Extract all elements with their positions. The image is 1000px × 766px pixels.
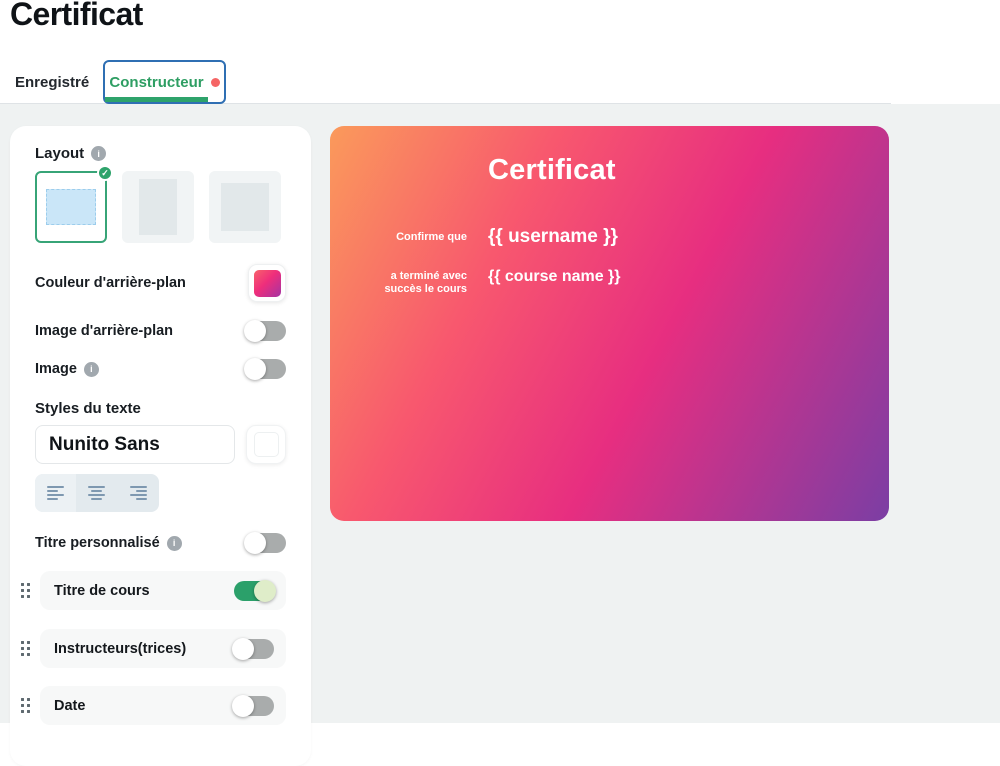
layout-option-square[interactable]: [209, 171, 281, 243]
image-row: Image i: [35, 359, 286, 379]
align-left-button[interactable]: [35, 474, 76, 512]
certificate-confirm-label-text: Confirme que: [396, 231, 467, 244]
align-right-button[interactable]: [118, 474, 159, 512]
align-left-icon: [47, 486, 64, 500]
selected-check-icon: ✓: [97, 165, 113, 181]
drag-handle-icon[interactable]: [18, 580, 33, 601]
background-color-picker-button[interactable]: [248, 264, 286, 302]
field-row-course-title: Titre de cours: [18, 571, 286, 610]
tab-builder-label: Constructeur: [109, 74, 203, 91]
toggle-knob: [254, 580, 276, 602]
field-label: Titre de cours: [54, 583, 150, 599]
layout-section-label: Layout i: [35, 145, 286, 162]
info-icon[interactable]: i: [84, 362, 99, 377]
tab-builder[interactable]: Constructeur: [103, 60, 226, 104]
field-label: Date: [54, 698, 85, 714]
field-card: Date: [40, 686, 286, 725]
toggle-knob: [244, 358, 266, 380]
certificate-preview: Certificat Confirme que {{ username }} a…: [330, 126, 889, 521]
certificate-confirm-label: Confirme que: [330, 227, 467, 244]
background-color-row: Couleur d'arrière-plan: [35, 264, 286, 302]
toggle-knob: [232, 638, 254, 660]
certificate-course-row: a terminé avec succès le cours {{ course…: [330, 266, 889, 296]
certificate-title: Certificat: [488, 155, 889, 185]
field-card: Instructeurs(trices): [40, 629, 286, 668]
align-center-button[interactable]: [76, 474, 117, 512]
image-label-text: Image: [35, 361, 77, 377]
font-family-select[interactable]: Nunito Sans: [35, 425, 235, 464]
landscape-preview-shape: [46, 189, 96, 225]
background-image-row: Image d'arrière-plan: [35, 321, 286, 341]
instructors-toggle[interactable]: [234, 639, 274, 659]
image-label: Image i: [35, 361, 99, 377]
toggle-knob: [232, 695, 254, 717]
course-title-toggle[interactable]: [234, 581, 274, 601]
font-row: Nunito Sans: [35, 425, 286, 464]
text-styles-label: Styles du texte: [35, 400, 286, 417]
drag-handle-icon[interactable]: [18, 638, 33, 659]
drag-handle-icon[interactable]: [18, 695, 33, 716]
background-color-swatch: [254, 270, 281, 297]
builder-settings-panel: Layout i ✓ Couleur d'arrière-plan Image …: [10, 126, 311, 766]
toggle-knob: [244, 532, 266, 554]
field-row-date: Date: [18, 686, 286, 725]
certificate-completed-label-text: a terminé avec succès le cours: [375, 270, 467, 296]
align-right-icon: [130, 486, 147, 500]
field-card: Titre de cours: [40, 571, 286, 610]
text-align-group: [35, 474, 159, 512]
field-label: Instructeurs(trices): [54, 641, 186, 657]
background-image-toggle[interactable]: [246, 321, 286, 341]
text-styles-label-text: Styles du texte: [35, 400, 141, 417]
custom-title-label-text: Titre personnalisé: [35, 535, 160, 551]
page-title: Certificat: [10, 0, 143, 33]
portrait-preview-shape: [139, 179, 177, 235]
layout-label-text: Layout: [35, 145, 84, 162]
custom-title-label: Titre personnalisé i: [35, 535, 182, 551]
text-color-swatch: [254, 432, 279, 457]
field-row-instructors: Instructeurs(trices): [18, 629, 286, 668]
info-icon[interactable]: i: [167, 536, 182, 551]
certificate-completed-label: a terminé avec succès le cours: [330, 266, 467, 296]
background-image-label: Image d'arrière-plan: [35, 323, 173, 339]
unsaved-changes-dot-icon: [211, 78, 220, 87]
toggle-knob: [244, 320, 266, 342]
custom-title-toggle[interactable]: [246, 533, 286, 553]
tab-saved[interactable]: Enregistré: [15, 74, 89, 91]
date-toggle[interactable]: [234, 696, 274, 716]
image-toggle[interactable]: [246, 359, 286, 379]
square-preview-shape: [221, 183, 269, 231]
custom-title-row: Titre personnalisé i: [35, 533, 286, 553]
layout-option-portrait[interactable]: [122, 171, 194, 243]
layout-option-landscape[interactable]: ✓: [35, 171, 107, 243]
certificate-course-placeholder: {{ course name }}: [488, 266, 621, 286]
layout-thumbnails: ✓: [35, 171, 286, 243]
align-center-icon: [88, 486, 105, 500]
info-icon[interactable]: i: [91, 146, 106, 161]
background-color-label: Couleur d'arrière-plan: [35, 275, 186, 291]
certificate-username-placeholder: {{ username }}: [488, 227, 618, 247]
active-tab-underline: [105, 97, 208, 102]
text-color-picker-button[interactable]: [246, 425, 286, 464]
certificate-username-row: Confirme que {{ username }}: [330, 227, 889, 247]
